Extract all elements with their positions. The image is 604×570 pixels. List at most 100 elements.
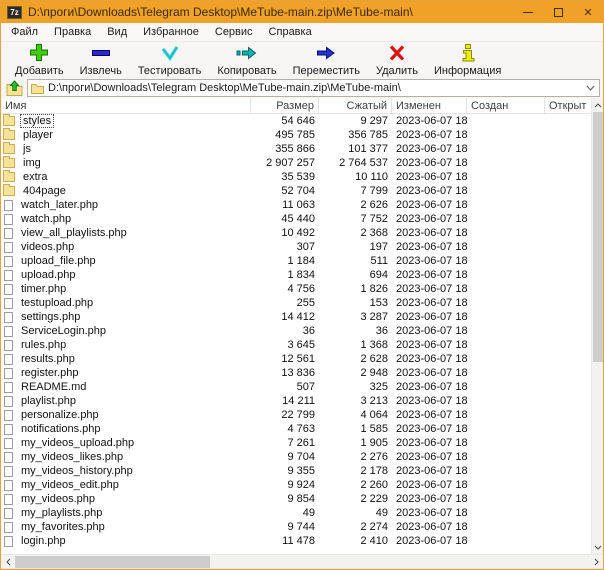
file-row[interactable]: img2 907 2572 764 5372023-06-07 18:17 — [1, 156, 591, 170]
file-name-cell[interactable]: register.php — [1, 366, 251, 380]
horizontal-scroll-thumb[interactable] — [15, 556, 210, 568]
vertical-scroll-thumb[interactable] — [593, 112, 603, 362]
file-name-cell[interactable]: img — [1, 156, 251, 170]
file-row[interactable]: testupload.php2551532023-06-07 18:17 — [1, 296, 591, 310]
test-button[interactable]: Тестировать — [130, 44, 210, 77]
file-name-cell[interactable]: settings.php — [1, 310, 251, 324]
column-header-created[interactable]: Создан — [467, 98, 545, 113]
menu-view[interactable]: Вид — [99, 23, 135, 41]
column-header-opened[interactable]: Открыт — [545, 98, 591, 113]
file-row[interactable]: my_videos_edit.php9 9242 2602023-06-07 1… — [1, 478, 591, 492]
file-name-cell[interactable]: videos.php — [1, 240, 251, 254]
file-row[interactable]: playlist.php14 2113 2132023-06-07 18:17 — [1, 394, 591, 408]
file-name-cell[interactable]: upload_file.php — [1, 254, 251, 268]
file-name-cell[interactable]: watch.php — [1, 212, 251, 226]
address-combo[interactable]: D:\проги\Downloads\Telegram Desktop\MeTu… — [27, 79, 600, 97]
file-row[interactable]: timer.php4 7561 8262023-06-07 18:17 — [1, 282, 591, 296]
file-name-cell[interactable]: watch_later.php — [1, 198, 251, 212]
file-row[interactable]: my_favorites.php9 7442 2742023-06-07 18:… — [1, 520, 591, 534]
file-name-cell[interactable]: timer.php — [1, 282, 251, 296]
dropdown-chevron-icon[interactable] — [584, 85, 596, 91]
file-name-cell[interactable]: my_videos_edit.php — [1, 478, 251, 492]
file-row[interactable]: player495 785356 7852023-06-07 18:17 — [1, 128, 591, 142]
scroll-down-icon[interactable] — [592, 540, 603, 554]
copy-button[interactable]: Копировать — [209, 44, 284, 77]
file-row[interactable]: login.php11 4782 4102023-06-07 18:17 — [1, 534, 591, 548]
file-row[interactable]: rules.php3 6451 3682023-06-07 18:17 — [1, 338, 591, 352]
file-name-cell[interactable]: upload.php — [1, 268, 251, 282]
file-name-label: ServiceLogin.php — [18, 324, 109, 338]
file-row[interactable]: styles54 6469 2972023-06-07 18:17 — [1, 114, 591, 128]
file-name-cell[interactable]: README.md — [1, 380, 251, 394]
file-name-cell[interactable]: ServiceLogin.php — [1, 324, 251, 338]
file-row[interactable]: notifications.php4 7631 5852023-06-07 18… — [1, 422, 591, 436]
file-name-cell[interactable]: personalize.php — [1, 408, 251, 422]
file-row[interactable]: 404page52 7047 7992023-06-07 18:17 — [1, 184, 591, 198]
file-row[interactable]: my_videos_upload.php7 2611 9052023-06-07… — [1, 436, 591, 450]
minimize-button[interactable] — [513, 1, 543, 23]
file-row[interactable]: my_videos_likes.php9 7042 2762023-06-07 … — [1, 450, 591, 464]
delete-button[interactable]: Удалить — [368, 44, 426, 77]
close-button[interactable]: ✕ — [573, 1, 603, 23]
vertical-scroll-track[interactable] — [592, 112, 603, 540]
file-name-cell[interactable]: my_playlists.php — [1, 506, 251, 520]
file-name-cell[interactable]: my_videos.php — [1, 492, 251, 506]
file-row[interactable]: my_videos.php9 8542 2292023-06-07 18:17 — [1, 492, 591, 506]
file-row[interactable]: my_videos_history.php9 3552 1782023-06-0… — [1, 464, 591, 478]
file-row[interactable]: videos.php3071972023-06-07 18:17 — [1, 240, 591, 254]
info-button[interactable]: Информация — [426, 44, 509, 77]
scroll-left-icon[interactable] — [1, 555, 15, 569]
extract-button[interactable]: Извлечь — [72, 44, 130, 77]
file-row[interactable]: README.md5073252023-06-07 18:17 — [1, 380, 591, 394]
file-name-cell[interactable]: rules.php — [1, 338, 251, 352]
file-row[interactable]: register.php13 8362 9482023-06-07 18:17 — [1, 366, 591, 380]
file-name-cell[interactable]: playlist.php — [1, 394, 251, 408]
file-name-cell[interactable]: my_videos_likes.php — [1, 450, 251, 464]
file-name-cell[interactable]: my_videos_upload.php — [1, 436, 251, 450]
column-header-modified[interactable]: Изменен — [392, 98, 467, 113]
file-name-cell[interactable]: player — [1, 128, 251, 142]
file-name-cell[interactable]: view_all_playlists.php — [1, 226, 251, 240]
scroll-up-icon[interactable] — [592, 98, 603, 112]
file-name-cell[interactable]: styles — [1, 114, 251, 128]
file-row[interactable]: js355 866101 3772023-06-07 18:17 — [1, 142, 591, 156]
maximize-button[interactable] — [543, 1, 573, 23]
file-name-cell[interactable]: testupload.php — [1, 296, 251, 310]
file-row[interactable]: extra35 53910 1102023-06-07 18:17 — [1, 170, 591, 184]
file-icon — [4, 214, 13, 225]
menu-file[interactable]: Файл — [3, 23, 46, 41]
file-row[interactable]: ServiceLogin.php36362023-06-07 18:17 — [1, 324, 591, 338]
file-name-cell[interactable]: results.php — [1, 352, 251, 366]
file-name-cell[interactable]: my_favorites.php — [1, 520, 251, 534]
file-name-cell[interactable]: js — [1, 142, 251, 156]
menu-edit[interactable]: Правка — [46, 23, 99, 41]
column-header-packed[interactable]: Сжатый — [319, 98, 392, 113]
file-row[interactable]: results.php12 5612 6282023-06-07 18:17 — [1, 352, 591, 366]
file-name-cell[interactable]: login.php — [1, 534, 251, 548]
menu-help[interactable]: Справка — [261, 23, 320, 41]
vertical-scrollbar[interactable] — [591, 98, 603, 554]
horizontal-scrollbar[interactable] — [1, 554, 603, 568]
add-button[interactable]: Добавить — [7, 44, 72, 77]
file-row[interactable]: watch_later.php11 0632 6262023-06-07 18:… — [1, 198, 591, 212]
column-header-name[interactable]: Имя — [1, 98, 251, 113]
horizontal-scroll-track[interactable] — [15, 555, 589, 568]
file-name-cell[interactable]: 404page — [1, 184, 251, 198]
file-name-cell[interactable]: extra — [1, 170, 251, 184]
file-row[interactable]: view_all_playlists.php10 4922 3682023-06… — [1, 226, 591, 240]
file-name-cell[interactable]: notifications.php — [1, 422, 251, 436]
file-name-cell[interactable]: my_videos_history.php — [1, 464, 251, 478]
scroll-right-icon[interactable] — [589, 555, 603, 569]
file-row[interactable]: watch.php45 4407 7522023-06-07 18:17 — [1, 212, 591, 226]
file-row[interactable]: upload_file.php1 1845112023-06-07 18:17 — [1, 254, 591, 268]
file-row[interactable]: my_playlists.php49492023-06-07 18:17 — [1, 506, 591, 520]
file-row[interactable]: upload.php1 8346942023-06-07 18:17 — [1, 268, 591, 282]
column-header-size[interactable]: Размер — [251, 98, 319, 113]
file-name-label: upload.php — [18, 268, 78, 282]
up-directory-button[interactable] — [4, 79, 24, 97]
menu-favorites[interactable]: Избранное — [135, 23, 207, 41]
file-row[interactable]: settings.php14 4123 2872023-06-07 18:17 — [1, 310, 591, 324]
move-button[interactable]: Переместить — [285, 44, 368, 77]
file-row[interactable]: personalize.php22 7994 0642023-06-07 18:… — [1, 408, 591, 422]
menu-tools[interactable]: Сервис — [207, 23, 261, 41]
